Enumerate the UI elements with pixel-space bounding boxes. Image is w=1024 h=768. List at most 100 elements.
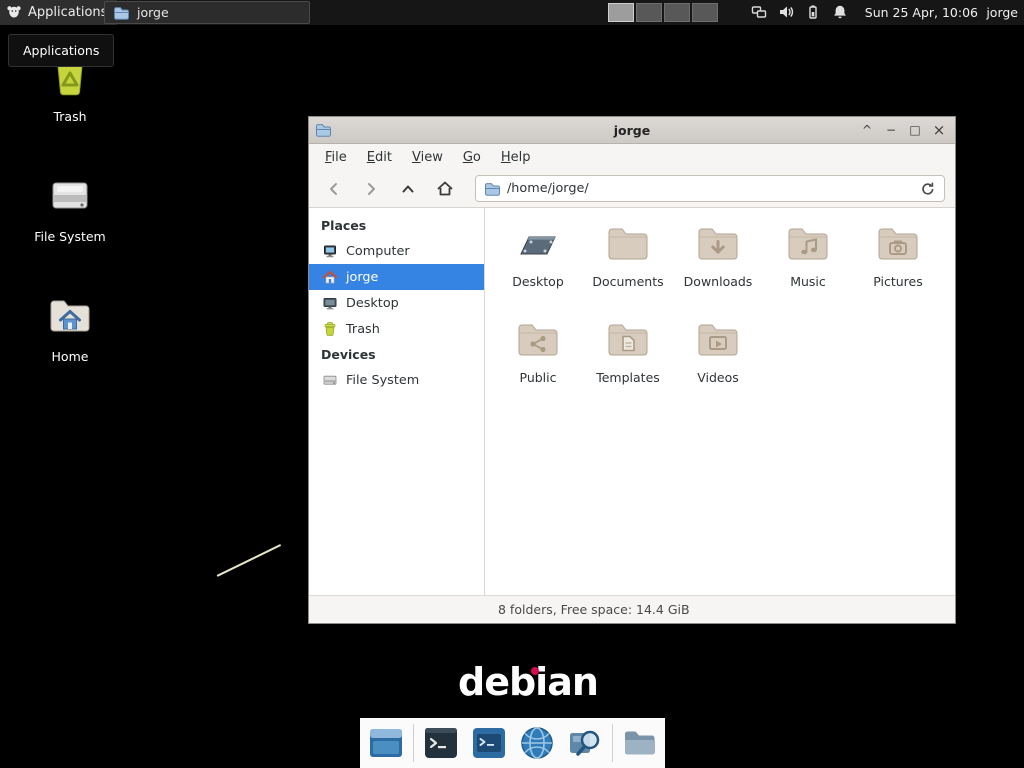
menu-help[interactable]: Help (491, 146, 541, 169)
sidebar-item-file-system[interactable]: File System (309, 367, 484, 393)
menu-go[interactable]: Go (453, 146, 491, 169)
folder-label: Music (790, 274, 826, 289)
file-manager-window: jorge ^ − □ × File Edit View Go Help (308, 116, 956, 624)
window-body: Places Computer (309, 208, 955, 595)
file-manager-button[interactable] (619, 722, 661, 764)
folder-label: Videos (697, 370, 739, 385)
sidebar-item-computer[interactable]: Computer (309, 238, 484, 264)
workspace-3[interactable] (664, 3, 690, 22)
home-button[interactable] (430, 175, 460, 203)
menu-edit[interactable]: Edit (357, 146, 402, 169)
terminal-alt-button[interactable] (468, 722, 510, 764)
applications-tooltip: Applications (8, 34, 114, 67)
folder-download-icon (694, 220, 742, 268)
sidebar-item-label: Desktop (346, 296, 399, 311)
hard-drive-icon (46, 172, 94, 220)
sidebar-item-label: File System (346, 373, 419, 388)
terminal-button[interactable] (420, 722, 462, 764)
sidebar-item-label: jorge (346, 270, 378, 285)
network-icon[interactable] (751, 4, 767, 20)
folder-pictures[interactable]: Pictures (853, 220, 943, 316)
applications-menu-button[interactable]: Applications (0, 0, 117, 25)
folder-videos[interactable]: Videos (673, 316, 763, 412)
folder-documents[interactable]: Documents (583, 220, 673, 316)
sidebar-item-label: Computer (346, 244, 410, 259)
trash-icon (322, 321, 338, 337)
system-tray (751, 4, 848, 20)
folder-public-icon (514, 316, 562, 364)
folder-public[interactable]: Public (493, 316, 583, 412)
file-manager-icon (113, 5, 129, 21)
close-button[interactable]: × (929, 120, 949, 140)
folder-videos-icon (694, 316, 742, 364)
maximize-button[interactable]: □ (905, 120, 925, 140)
debian-logo-text: debian (458, 660, 598, 704)
taskbar-window-label: jorge (137, 5, 169, 20)
back-button[interactable] (319, 175, 349, 203)
clock[interactable]: Sun 25 Apr, 10:06 (865, 0, 978, 25)
folder-templates-icon (604, 316, 652, 364)
folder-view: Desktop Documents (485, 208, 955, 595)
dock-separator (413, 724, 414, 762)
debian-logo: debian (458, 660, 598, 704)
titlebar-buttons: ^ − □ × (857, 120, 949, 140)
folder-desktop[interactable]: Desktop (493, 220, 583, 316)
application-finder-button[interactable] (564, 722, 606, 764)
sidebar-item-label: Trash (346, 322, 380, 337)
volume-icon[interactable] (778, 4, 794, 20)
desktop-icon-label: Trash (53, 109, 86, 124)
status-bar: 8 folders, Free space: 14.4 GiB (309, 595, 955, 623)
desktop-icon-label: Home (52, 349, 89, 364)
folder-icon (484, 181, 500, 197)
applications-menu-label: Applications (28, 5, 107, 20)
xfce-menu-icon (6, 5, 22, 21)
workspace-switcher (608, 3, 718, 22)
folder-pictures-icon (874, 220, 922, 268)
shade-button[interactable]: ^ (857, 120, 877, 140)
workspace-2[interactable] (636, 3, 662, 22)
sidebar-item-jorge[interactable]: jorge (309, 264, 484, 290)
up-button[interactable] (393, 175, 423, 203)
notification-bell-icon[interactable] (832, 4, 848, 20)
web-browser-button[interactable] (516, 722, 558, 764)
desktop-icon-home[interactable]: Home (22, 292, 118, 364)
menu-bar: File Edit View Go Help (309, 144, 955, 170)
battery-icon[interactable] (805, 4, 821, 20)
show-desktop-button[interactable] (365, 722, 407, 764)
menu-file[interactable]: File (315, 146, 357, 169)
minimize-button[interactable]: − (881, 120, 901, 140)
devices-header: Devices (309, 342, 484, 367)
folder-downloads[interactable]: Downloads (673, 220, 763, 316)
home-icon (322, 269, 338, 285)
folder-music-icon (784, 220, 832, 268)
folder-label: Downloads (684, 274, 753, 289)
folder-templates[interactable]: Templates (583, 316, 673, 412)
folder-music[interactable]: Music (763, 220, 853, 316)
sidebar-item-desktop[interactable]: Desktop (309, 290, 484, 316)
workspace-4[interactable] (692, 3, 718, 22)
workspace-1[interactable] (608, 3, 634, 22)
folder-label: Pictures (873, 274, 923, 289)
dock-separator (612, 724, 613, 762)
desktop-icon-file-system[interactable]: File System (22, 172, 118, 244)
user-desktop-icon (514, 220, 562, 268)
menu-view[interactable]: View (402, 146, 453, 169)
window-titlebar[interactable]: jorge ^ − □ × (309, 117, 955, 144)
forward-button[interactable] (356, 175, 386, 203)
session-user-label[interactable]: jorge (986, 0, 1018, 25)
places-header: Places (309, 213, 484, 238)
location-path[interactable]: /home/jorge/ (507, 181, 913, 196)
home-folder-icon (46, 292, 94, 340)
folder-label: Desktop (512, 274, 564, 289)
side-pane: Places Computer (309, 208, 485, 595)
dock-panel (360, 718, 665, 768)
toolbar: /home/jorge/ (309, 170, 955, 208)
location-bar[interactable]: /home/jorge/ (475, 175, 945, 202)
computer-icon (322, 243, 338, 259)
top-panel: Applications jorge (0, 0, 1024, 25)
reload-icon[interactable] (920, 181, 936, 197)
desktop-icon-label: File System (34, 229, 106, 244)
sidebar-item-trash[interactable]: Trash (309, 316, 484, 342)
folder-label: Documents (592, 274, 663, 289)
taskbar-window-button[interactable]: jorge (104, 1, 310, 24)
